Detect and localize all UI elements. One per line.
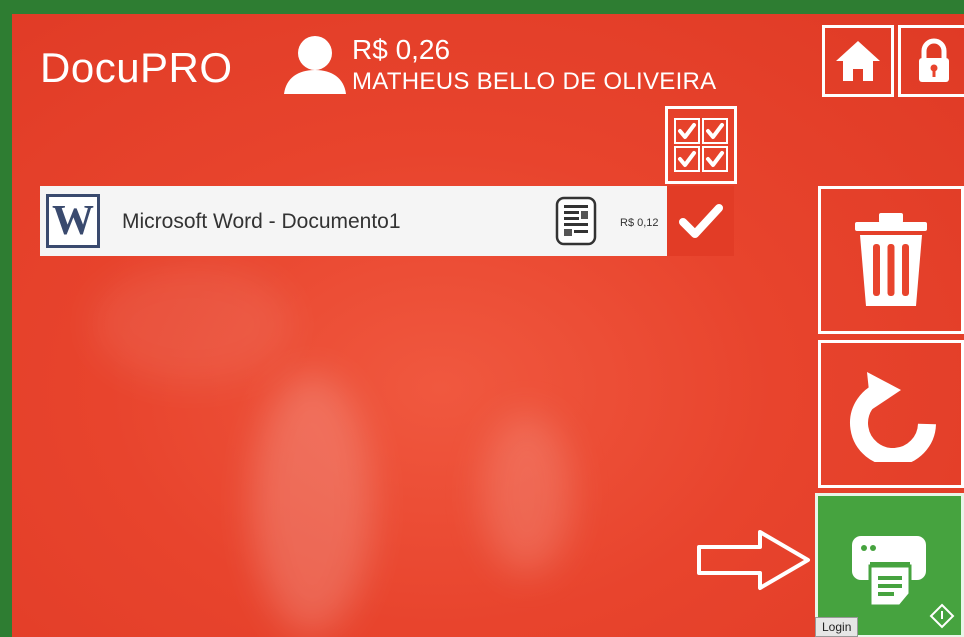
word-icon: W — [46, 194, 100, 248]
document-price: R$ 0,12 — [620, 217, 659, 229]
screen-glare — [482, 414, 572, 574]
print-button[interactable] — [815, 493, 964, 637]
user-balance: R$ 0,26 — [352, 34, 451, 65]
home-button[interactable] — [822, 25, 894, 97]
home-icon — [836, 41, 880, 81]
printer-icon — [851, 535, 926, 607]
trash-icon — [855, 213, 927, 306]
document-details-icon[interactable] — [554, 196, 598, 246]
refresh-icon — [850, 372, 936, 462]
brand-logo: DocuPRO — [40, 44, 233, 91]
arrow-right-icon — [697, 530, 810, 590]
start-diamond-icon — [929, 603, 955, 629]
kiosk-screen: DocuPRO R$ 0,26 MATHEUS BELLO DE OLIVEIR… — [12, 14, 964, 637]
document-select-checkbox[interactable] — [667, 186, 734, 256]
document-row[interactable]: W Microsoft Word - Documento1 R$ 0,12 — [40, 186, 734, 256]
user-name: MATHEUS BELLO DE OLIVEIRA — [352, 68, 717, 95]
select-all-button[interactable] — [665, 106, 737, 184]
screen-glare — [92, 264, 292, 384]
document-title: Microsoft Word - Documento1 — [122, 210, 401, 233]
lock-button[interactable] — [898, 25, 964, 97]
checkmark-icon — [678, 204, 723, 238]
refresh-button[interactable] — [818, 340, 964, 488]
login-tooltip: Login — [815, 617, 859, 637]
delete-button[interactable] — [818, 186, 964, 334]
select-all-icon — [674, 118, 728, 172]
user-icon — [284, 36, 346, 94]
screen-glare — [252, 374, 372, 634]
lock-icon — [919, 38, 949, 82]
